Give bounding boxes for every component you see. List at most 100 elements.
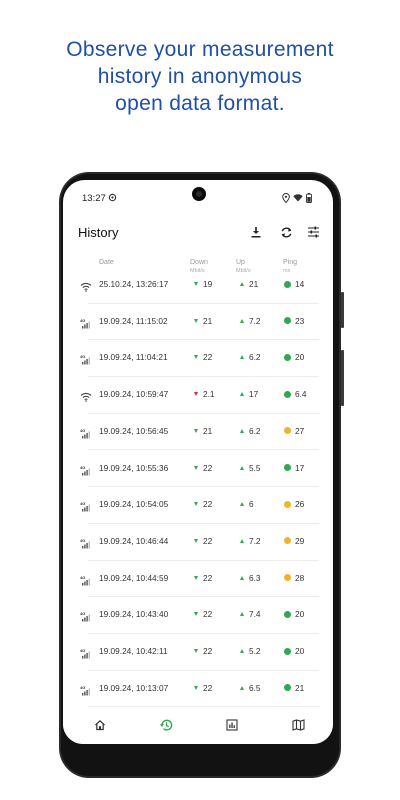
history-row[interactable]: 4G 19.09.24, 10:42:11 22 5.2 20 — [63, 634, 333, 671]
svg-text:4G: 4G — [80, 501, 85, 506]
upload-value: 5.2 — [249, 646, 261, 656]
mobile-4g-icon: 4G — [80, 683, 92, 696]
row-download: 22 — [194, 683, 212, 693]
page-title: History — [78, 225, 119, 240]
history-row[interactable]: 4G 19.09.24, 11:15:02 21 7.2 23 — [63, 304, 333, 341]
row-upload: 5.2 — [240, 646, 261, 656]
filter-icon[interactable] — [305, 224, 321, 240]
upload-value: 7.2 — [249, 535, 261, 546]
map-icon[interactable] — [289, 716, 307, 734]
svg-text:4G: 4G — [80, 538, 85, 543]
row-download: 21 — [194, 316, 212, 326]
row-ping: 17 — [284, 463, 304, 473]
row-date: 19.09.24, 11:04:21 — [99, 352, 168, 363]
row-date: 19.09.24, 11:15:02 — [99, 315, 168, 326]
download-value: 21 — [203, 315, 213, 326]
row-download: 19 — [194, 279, 212, 289]
history-row[interactable]: 4G 19.09.24, 10:44:59 22 6.3 28 — [63, 561, 333, 598]
power-button — [341, 350, 344, 406]
ping-value: 17 — [295, 462, 305, 473]
row-ping: 6.4 — [284, 389, 307, 399]
history-row[interactable]: 4G 19.09.24, 10:46:44 22 7.2 29 — [63, 524, 333, 561]
download-value: 22 — [203, 646, 213, 656]
history-row[interactable]: 4G 19.09.24, 10:55:36 22 5.5 17 — [63, 451, 333, 488]
download-good-icon — [194, 355, 198, 360]
download-value: 22 — [203, 682, 213, 693]
download-good-icon — [194, 575, 198, 580]
svg-text:4G: 4G — [80, 648, 85, 653]
row-date: 19.09.24, 10:46:44 — [99, 535, 169, 546]
col-down: Down — [190, 259, 208, 266]
download-value: 19 — [203, 279, 213, 289]
headline-line-1: Observe your measurement — [66, 38, 334, 61]
history-row[interactable]: 4G 19.09.24, 11:04:21 22 6.2 20 — [63, 340, 333, 378]
headline-line-3: open data format. — [115, 92, 285, 115]
upload-good-icon — [240, 575, 244, 580]
upload-value: 6 — [249, 499, 254, 510]
row-upload: 6.3 — [240, 573, 261, 583]
download-bad-icon — [194, 392, 198, 397]
upload-good-icon — [240, 392, 244, 397]
download-value: 22 — [203, 499, 213, 510]
row-download: 22 — [194, 352, 212, 362]
row-download: 22 — [194, 463, 212, 473]
upload-value: 7.4 — [249, 609, 261, 620]
ping-medium-icon — [284, 427, 291, 435]
upload-value: 6.2 — [249, 352, 261, 363]
row-date: 19.09.24, 10:42:11 — [99, 646, 168, 656]
upload-good-icon — [240, 465, 244, 470]
row-date: 19.09.24, 10:59:47 — [99, 389, 169, 400]
wifi-icon — [80, 279, 92, 292]
history-row[interactable]: 25.10.24, 13:26:17 19 21 14 — [63, 267, 333, 304]
ping-value: 26 — [295, 499, 305, 510]
mobile-4g-icon: 4G — [80, 536, 92, 549]
download-icon[interactable] — [248, 224, 264, 240]
download-good-icon — [194, 502, 198, 507]
ping-value: 23 — [295, 315, 305, 326]
sync-icon[interactable] — [278, 224, 294, 240]
download-good-icon — [194, 318, 198, 323]
ping-good-icon — [284, 610, 291, 618]
row-date: 19.09.24, 10:44:59 — [99, 572, 169, 583]
upload-good-icon — [240, 538, 244, 543]
history-row[interactable]: 19.09.24, 10:59:47 2.1 17 6.4 — [63, 377, 333, 414]
ping-good-icon — [284, 647, 291, 655]
upload-good-icon — [240, 282, 244, 286]
upload-good-icon — [240, 612, 244, 617]
upload-good-icon — [240, 502, 244, 507]
ping-good-icon — [284, 390, 291, 398]
row-ping: 21 — [284, 683, 304, 693]
row-download: 22 — [194, 573, 212, 583]
history-row[interactable]: 4G 19.09.24, 10:54:05 22 6 26 — [63, 487, 333, 524]
row-ping: 14 — [284, 279, 304, 289]
upload-value: 6.5 — [249, 682, 261, 693]
row-date: 19.09.24, 10:54:05 — [99, 499, 169, 510]
history-icon[interactable] — [157, 716, 175, 734]
home-icon[interactable] — [91, 716, 109, 734]
phone-screen: 13:27 History Date Down Mbit/s Up Mbit/s… — [63, 180, 333, 744]
upload-good-icon — [240, 428, 244, 433]
row-download: 22 — [194, 499, 212, 509]
svg-text:4G: 4G — [80, 354, 85, 359]
svg-text:4G: 4G — [80, 318, 85, 323]
wifi-icon — [80, 389, 92, 402]
ping-good-icon — [284, 317, 291, 325]
row-upload: 5.5 — [240, 463, 261, 473]
mobile-4g-icon: 4G — [80, 316, 92, 329]
row-ping: 26 — [284, 499, 304, 509]
mobile-4g-icon: 4G — [80, 352, 92, 365]
ping-good-icon — [284, 684, 291, 692]
row-ping: 28 — [284, 573, 304, 583]
row-ping: 29 — [284, 536, 304, 546]
wifi-status-icon — [293, 193, 303, 204]
ping-medium-icon — [284, 574, 291, 582]
mobile-4g-icon: 4G — [80, 573, 92, 586]
upload-value: 17 — [249, 389, 259, 400]
ping-good-icon — [284, 280, 291, 288]
row-upload: 7.4 — [240, 609, 261, 619]
ping-value: 20 — [295, 352, 305, 363]
history-row[interactable]: 4G 19.09.24, 10:56:45 21 6.2 27 — [63, 414, 333, 451]
history-row[interactable]: 4G 19.09.24, 10:13:07 22 6.5 21 — [63, 671, 333, 708]
statistics-icon[interactable] — [223, 716, 241, 734]
history-row[interactable]: 4G 19.09.24, 10:43:40 22 7.4 20 — [63, 597, 333, 634]
